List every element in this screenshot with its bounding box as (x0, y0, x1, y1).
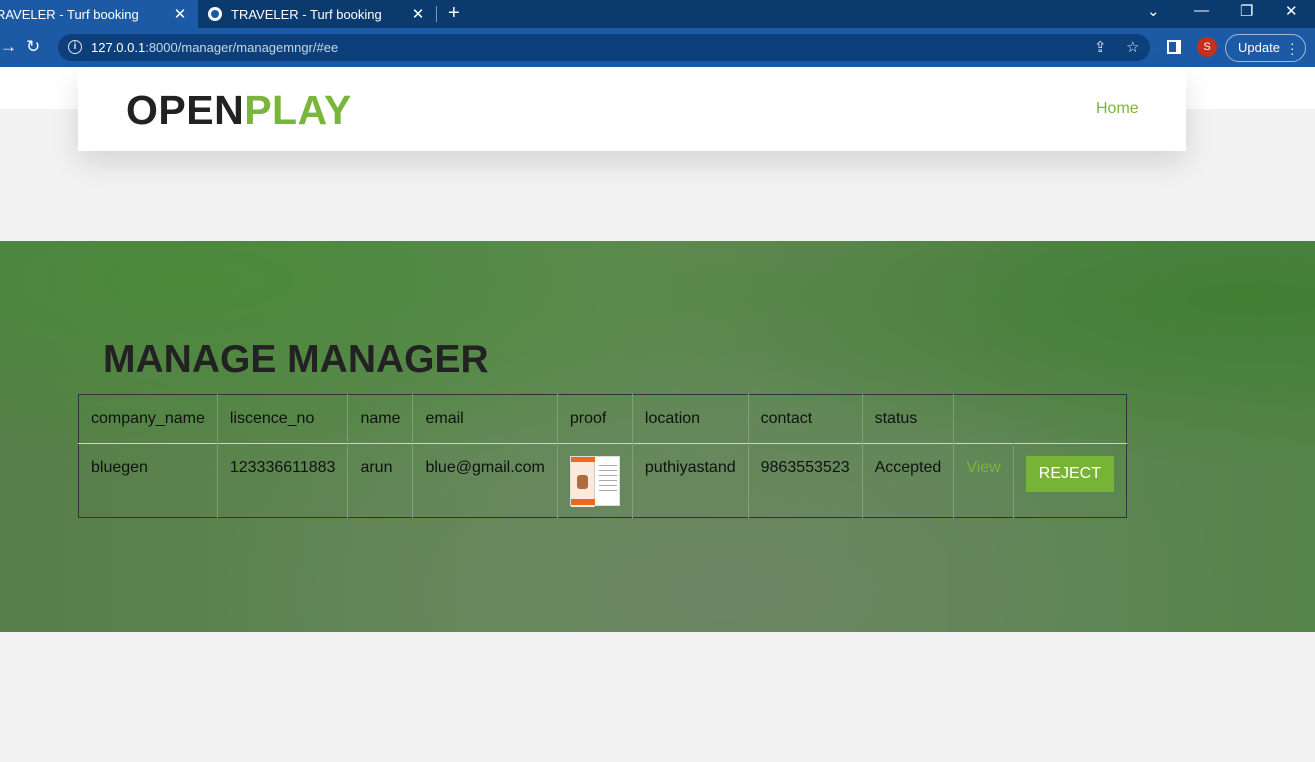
page-title: MANAGE MANAGER (103, 338, 489, 381)
forward-icon[interactable]: → (0, 37, 17, 57)
view-link[interactable]: View (966, 459, 1000, 476)
address-bar[interactable]: i 127.0.0.1:8000/manager/managemngr/#ee … (58, 34, 1150, 61)
reload-icon[interactable]: ↻ (26, 37, 40, 57)
cell-email: blue@gmail.com (412, 443, 558, 518)
column-header: liscence_no (216, 394, 348, 444)
close-tab-icon[interactable]: ✕ (408, 5, 428, 23)
table-row: bluegen 123336611883 arun blue@gmail.com… (79, 443, 1127, 518)
globe-icon (208, 7, 222, 21)
share-icon[interactable]: ⇪ (1094, 38, 1107, 56)
close-window-icon[interactable]: ✕ (1285, 2, 1298, 20)
column-header: status (861, 394, 954, 444)
cell-reject: REJECT (1012, 443, 1127, 518)
column-header: name (347, 394, 413, 444)
column-header: location (631, 394, 749, 444)
column-header: email (412, 394, 558, 444)
site-header: OPENPLAY Home (78, 67, 1186, 151)
tab-title: TRAVELER - Turf booking (231, 6, 382, 22)
browser-toolbar: → ↻ i 127.0.0.1:8000/manager/managemngr/… (0, 28, 1315, 67)
managers-table: company_name liscence_no name email proo… (78, 394, 1127, 518)
restore-icon[interactable]: ❐ (1240, 2, 1253, 20)
cell-proof (556, 443, 633, 518)
new-tab-icon[interactable]: + (448, 2, 460, 25)
url-text: 127.0.0.1:8000/manager/managemngr/#ee (91, 40, 339, 55)
profile-avatar[interactable]: S (1197, 37, 1217, 57)
reject-button[interactable]: REJECT (1025, 456, 1114, 492)
logo-play: PLAY (244, 87, 352, 133)
proof-document-image[interactable] (569, 456, 620, 507)
logo-open: OPEN (126, 87, 245, 133)
info-icon[interactable]: i (68, 40, 82, 54)
cell-license-no: 123336611883 (216, 443, 348, 518)
column-header: contact (747, 394, 863, 444)
minimize-icon[interactable]: — (1194, 2, 1209, 19)
cell-contact: 9863553523 (747, 443, 863, 518)
side-panel-icon[interactable] (1167, 40, 1181, 54)
site-logo[interactable]: OPENPLAY (126, 87, 352, 134)
browser-tab[interactable]: TRAVELER - Turf booking ✕ (198, 0, 436, 28)
browser-tab-bar: TRAVELER - Turf booking ✕ TRAVELER - Tur… (0, 0, 1315, 28)
bookmark-star-icon[interactable]: ☆ (1126, 38, 1139, 56)
cell-company-name: bluegen (91, 459, 148, 476)
tab-title: TRAVELER - Turf booking (0, 6, 139, 22)
table-header-row: company_name liscence_no name email proo… (78, 394, 1127, 444)
cell-view: View (953, 443, 1014, 518)
close-tab-icon[interactable]: ✕ (170, 5, 190, 23)
column-header-actions (953, 394, 1127, 444)
column-header: proof (556, 394, 633, 444)
cell-name: arun (347, 443, 413, 518)
cell-status: Accepted (861, 443, 954, 518)
nav-home-link[interactable]: Home (1096, 100, 1139, 118)
cell-location: puthiyastand (631, 443, 749, 518)
tab-search-icon[interactable]: ⌄ (1147, 2, 1160, 20)
browser-tab-active[interactable]: TRAVELER - Turf booking ✕ (0, 0, 198, 28)
tab-separator (436, 6, 437, 22)
column-header: company_name (91, 410, 205, 427)
more-menu-icon[interactable]: · · · (1290, 36, 1295, 60)
